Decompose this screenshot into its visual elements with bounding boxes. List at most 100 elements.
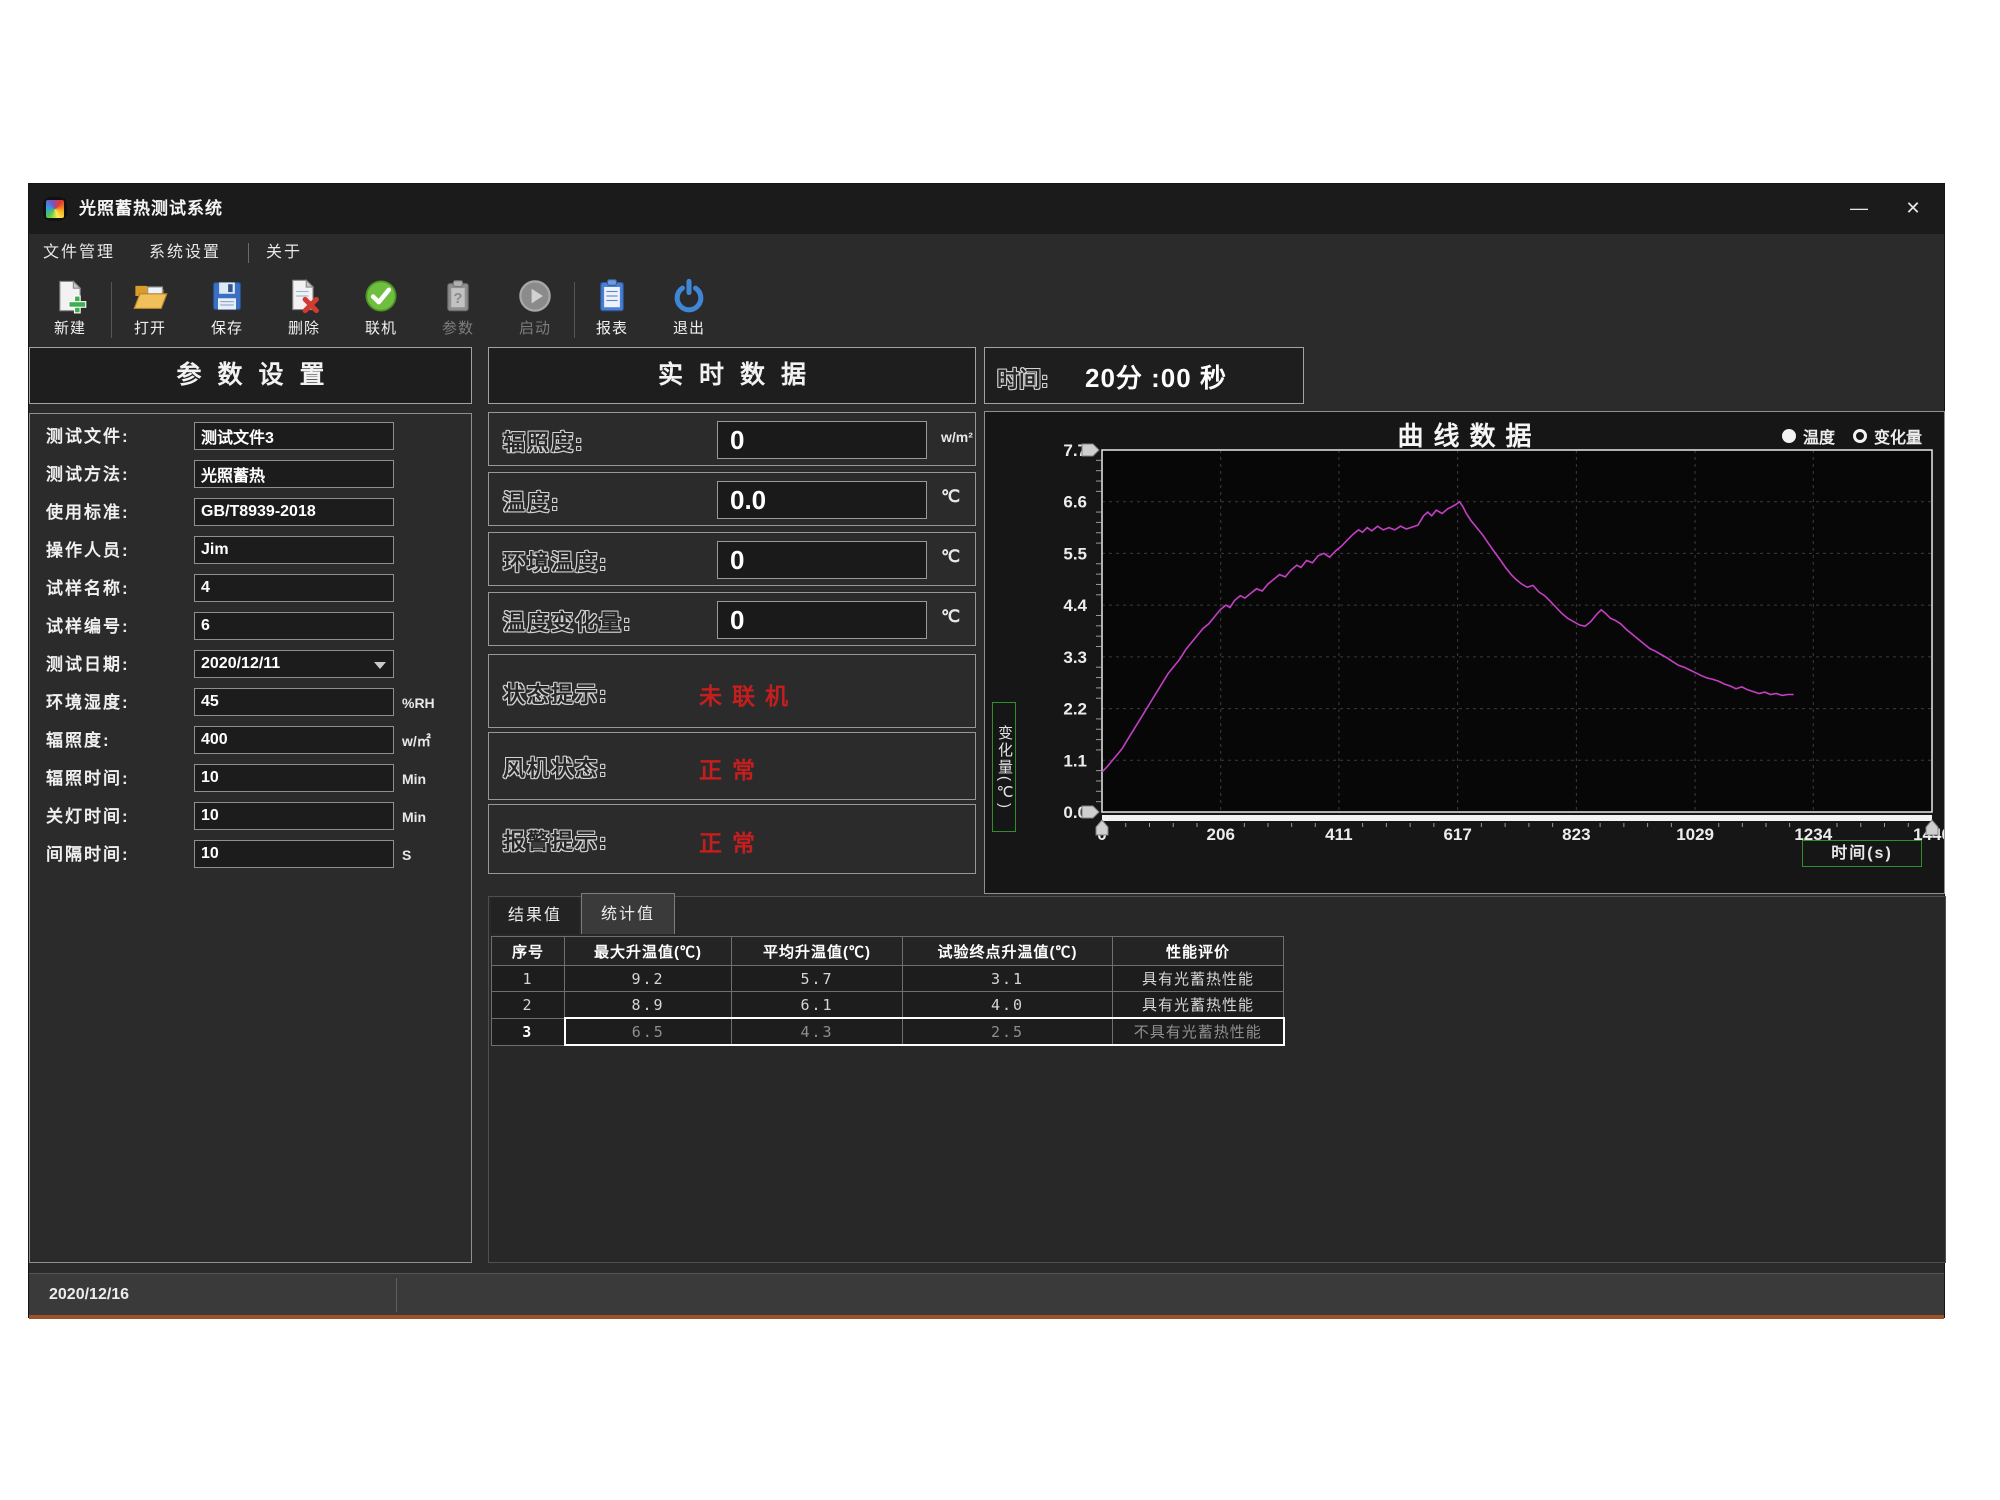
standard-input[interactable] bbox=[194, 498, 394, 526]
field-row-sample-number: 试样编号: bbox=[30, 612, 471, 642]
results-table: 序号 最大升温值(℃) 平均升温值(℃) 试验终点升温值(℃) 性能评价 1 9… bbox=[491, 936, 1285, 1046]
toolbar: 新建 打开 保存 bbox=[29, 272, 1944, 349]
new-button[interactable]: 新建 bbox=[37, 276, 103, 346]
field-label: 测试日期: bbox=[46, 650, 130, 680]
delete-file-icon bbox=[286, 278, 322, 314]
col-avg-rise: 平均升温值(℃) bbox=[732, 937, 903, 966]
temperature-value: 0.0 bbox=[717, 481, 927, 519]
radio-hollow-icon bbox=[1853, 429, 1867, 443]
menu-about[interactable]: 关于 bbox=[266, 234, 302, 272]
report-clipboard-icon bbox=[594, 278, 630, 314]
toolbar-separator-2 bbox=[574, 282, 575, 338]
minimize-button[interactable]: — bbox=[1836, 184, 1882, 234]
readout-unit: w/m² bbox=[941, 429, 973, 445]
field-label: 辐照时间: bbox=[46, 764, 130, 794]
tab-result-values[interactable]: 结果值 bbox=[491, 898, 579, 934]
readout-unit: ℃ bbox=[941, 607, 960, 627]
field-row-test-file: 测试文件: bbox=[30, 422, 471, 452]
field-label: 间隔时间: bbox=[46, 840, 130, 870]
field-label: 使用标准: bbox=[46, 498, 130, 528]
report-button-label: 报表 bbox=[579, 317, 645, 338]
humidity-input[interactable] bbox=[194, 688, 394, 716]
delete-button[interactable]: 删除 bbox=[271, 276, 337, 346]
field-row-sample-name: 试样名称: bbox=[30, 574, 471, 604]
table-row[interactable]: 2 8.9 6.1 4.0 具有光蓄热性能 bbox=[492, 992, 1284, 1019]
interval-time-input[interactable] bbox=[194, 840, 394, 868]
close-button[interactable]: ✕ bbox=[1890, 184, 1936, 234]
time-value: 20分 :00 秒 bbox=[1085, 358, 1227, 395]
time-label: 时间: bbox=[997, 362, 1048, 394]
table-header-row: 序号 最大升温值(℃) 平均升温值(℃) 试验终点升温值(℃) 性能评价 bbox=[492, 937, 1284, 966]
app-window: 光照蓄热测试系统 — ✕ 文件管理 系统设置 关于 新建 打开 bbox=[28, 183, 1945, 1318]
readout-temperature-change: 温度变化量: 0 ℃ bbox=[488, 592, 976, 646]
new-button-label: 新建 bbox=[37, 317, 103, 338]
exit-button[interactable]: 退出 bbox=[656, 276, 722, 346]
field-label: 测试方法: bbox=[46, 460, 130, 490]
params-panel-header: 参数设置 bbox=[29, 347, 472, 404]
field-row-lights-off-time: 关灯时间: Min bbox=[30, 802, 471, 832]
x-scrollbar-handle[interactable] bbox=[1926, 820, 1938, 835]
alarm-status-value: 正常 bbox=[699, 824, 765, 858]
test-date-select[interactable] bbox=[194, 650, 394, 678]
fan-status-value: 正常 bbox=[699, 751, 765, 785]
exit-power-icon bbox=[671, 278, 707, 314]
x-scrollbar-handle[interactable] bbox=[1096, 820, 1108, 835]
field-label: 辐照度: bbox=[46, 726, 111, 756]
field-row-standard: 使用标准: bbox=[30, 498, 471, 528]
tab-statistic-values[interactable]: 统计值 bbox=[581, 893, 675, 934]
field-label: 试样名称: bbox=[46, 574, 130, 604]
irradiance-input[interactable] bbox=[194, 726, 394, 754]
params-button: ? 参数 bbox=[425, 276, 491, 346]
readout-irradiance: 辐照度: 0 w/m² bbox=[488, 412, 976, 466]
save-button-label: 保存 bbox=[194, 317, 260, 338]
col-evaluation: 性能评价 bbox=[1113, 937, 1284, 966]
readout-temperature: 温度: 0.0 ℃ bbox=[488, 472, 976, 526]
window-bottom-accent bbox=[29, 1315, 1944, 1319]
test-file-input[interactable] bbox=[194, 422, 394, 450]
delete-button-label: 删除 bbox=[271, 317, 337, 338]
table-row[interactable]: 1 9.2 5.7 3.1 具有光蓄热性能 bbox=[492, 966, 1284, 992]
operator-input[interactable] bbox=[194, 536, 394, 564]
x-axis-label: 时间(s) bbox=[1802, 840, 1922, 867]
col-seq: 序号 bbox=[492, 937, 565, 966]
elapsed-time-box: 时间: 20分 :00 秒 bbox=[984, 347, 1304, 404]
radio-filled-icon bbox=[1782, 429, 1796, 443]
connect-button[interactable]: 联机 bbox=[348, 276, 414, 346]
svg-text:?: ? bbox=[454, 291, 463, 307]
window-title: 光照蓄热测试系统 bbox=[79, 184, 223, 234]
legend-change-radio[interactable]: 变化量 bbox=[1853, 424, 1922, 448]
svg-text:1029: 1029 bbox=[1676, 825, 1714, 844]
status-hint-group: 状态提示: 未联机 bbox=[488, 654, 976, 728]
svg-text:617: 617 bbox=[1443, 825, 1471, 844]
test-method-input[interactable] bbox=[194, 460, 394, 488]
svg-text:1.1: 1.1 bbox=[1063, 751, 1087, 770]
field-row-irradiation-time: 辐照时间: Min bbox=[30, 764, 471, 794]
irradiation-time-input[interactable] bbox=[194, 764, 394, 792]
status-label: 风机状态: bbox=[503, 751, 608, 783]
sample-number-input[interactable] bbox=[194, 612, 394, 640]
legend-temperature-radio[interactable]: 温度 bbox=[1782, 424, 1835, 448]
screenshot-canvas: 光照蓄热测试系统 — ✕ 文件管理 系统设置 关于 新建 打开 bbox=[0, 0, 2000, 1500]
menu-file-management[interactable]: 文件管理 bbox=[43, 234, 115, 272]
ambient-temperature-value: 0 bbox=[717, 541, 927, 579]
sample-name-input[interactable] bbox=[194, 574, 394, 602]
chevron-down-icon[interactable] bbox=[374, 662, 386, 669]
save-button[interactable]: 保存 bbox=[194, 276, 260, 346]
menu-system-settings[interactable]: 系统设置 bbox=[149, 234, 221, 272]
field-unit: S bbox=[402, 840, 411, 870]
open-button[interactable]: 打开 bbox=[117, 276, 183, 346]
app-logo-icon bbox=[43, 197, 67, 221]
field-label: 测试文件: bbox=[46, 422, 130, 452]
col-max-rise: 最大升温值(℃) bbox=[565, 937, 732, 966]
start-button-label: 启动 bbox=[502, 317, 568, 338]
connect-check-icon bbox=[363, 278, 399, 314]
readout-label: 温度变化量: bbox=[503, 605, 632, 637]
lights-off-time-input[interactable] bbox=[194, 802, 394, 830]
table-row-selected[interactable]: 3 6.5 4.3 2.5 不具有光蓄热性能 bbox=[492, 1018, 1284, 1045]
report-button[interactable]: 报表 bbox=[579, 276, 645, 346]
menu-bar: 文件管理 系统设置 关于 bbox=[29, 234, 1944, 273]
y-axis-slider[interactable] bbox=[1082, 806, 1099, 818]
status-separator bbox=[396, 1278, 397, 1312]
open-folder-icon bbox=[132, 278, 168, 314]
x-scrollbar-track[interactable] bbox=[1102, 815, 1932, 821]
